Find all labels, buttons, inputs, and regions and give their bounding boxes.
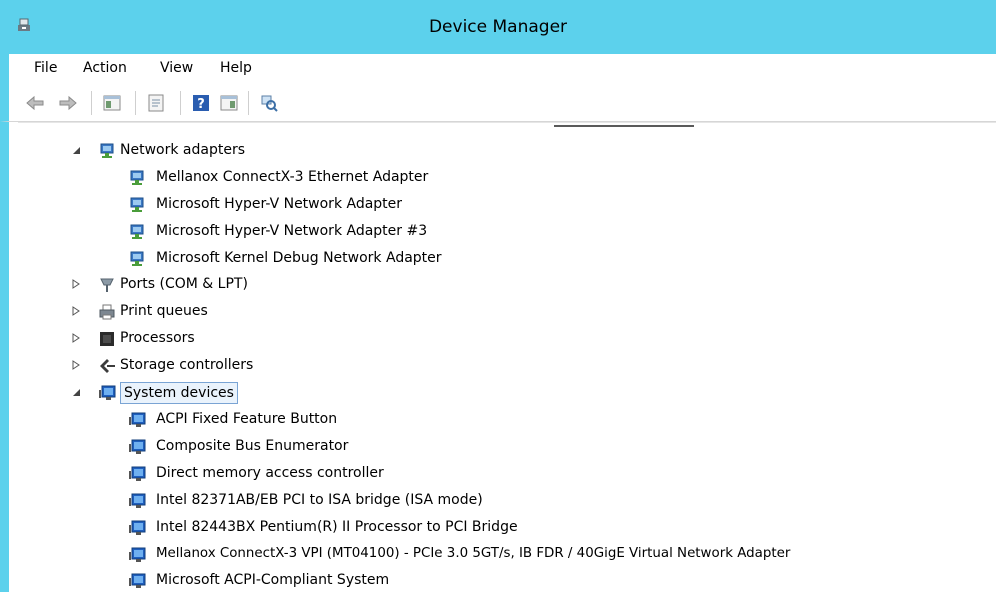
device-item[interactable]: Intel 82443BX Pentium(R) II Processor to… (128, 517, 988, 539)
expanded-triangle-icon[interactable] (70, 144, 82, 156)
device-label: Intel 82371AB/EB PCI to ISA bridge (ISA … (156, 492, 483, 508)
scan-hardware-icon[interactable] (259, 93, 279, 113)
menu-file[interactable]: File (34, 60, 57, 76)
network-adapter-icon (128, 250, 146, 268)
collapsed-triangle-icon[interactable] (70, 278, 82, 290)
menu-help[interactable]: Help (220, 60, 252, 76)
device-label: Microsoft ACPI-Compliant System (156, 572, 390, 588)
collapsed-triangle-icon[interactable] (70, 359, 82, 371)
back-arrow-icon[interactable] (25, 93, 45, 113)
tree-node-ports[interactable]: Ports (COM & LPT) (70, 274, 670, 296)
collapsed-triangle-icon[interactable] (70, 305, 82, 317)
forward-arrow-icon[interactable] (58, 93, 78, 113)
expanded-triangle-icon[interactable] (70, 386, 82, 398)
device-label: Intel 82443BX Pentium(R) II Processor to… (156, 519, 518, 535)
tree-node-network-adapters[interactable]: Network adapters (70, 140, 670, 162)
processor-icon (98, 330, 116, 348)
toolbar: ? (0, 84, 996, 122)
tree-node-label: Print queues (120, 303, 208, 319)
network-adapter-icon (128, 196, 146, 214)
system-device-icon (128, 519, 146, 537)
toolbar-separator (135, 91, 136, 115)
menu-action[interactable]: Action (83, 60, 127, 76)
system-device-icon (98, 384, 116, 402)
device-item[interactable]: Microsoft ACPI-Compliant System (128, 570, 988, 592)
network-adapter-icon (98, 142, 116, 160)
device-item[interactable]: Microsoft Hyper-V Network Adapter #3 (128, 221, 828, 243)
system-device-icon (128, 492, 146, 510)
device-label: Microsoft Hyper-V Network Adapter #3 (156, 223, 428, 239)
system-device-icon (128, 411, 146, 429)
tree-node-print-queues[interactable]: Print queues (70, 301, 670, 323)
properties-icon[interactable] (146, 93, 166, 113)
device-label: Mellanox ConnectX-3 VPI (MT04100) - PCIe… (156, 546, 791, 561)
device-item[interactable]: Microsoft Hyper-V Network Adapter (128, 194, 828, 216)
device-item[interactable]: Microsoft Kernel Debug Network Adapter (128, 248, 828, 270)
content-divider-stub (554, 125, 694, 127)
toolbar-separator (248, 91, 249, 115)
device-label: Direct memory access controller (156, 465, 384, 481)
device-label: ACPI Fixed Feature Button (156, 411, 338, 427)
tree-node-label: Processors (120, 330, 195, 346)
network-adapter-icon (128, 223, 146, 241)
system-device-icon (128, 465, 146, 483)
tree-node-processors[interactable]: Processors (70, 328, 670, 350)
tree-node-label: System devices (120, 382, 238, 404)
network-adapter-icon (128, 169, 146, 187)
tree-node-label: Network adapters (120, 142, 245, 158)
port-icon (98, 276, 116, 294)
title-bar[interactable]: Device Manager (0, 0, 996, 54)
tree-node-label: Ports (COM & LPT) (120, 276, 248, 292)
help-icon[interactable]: ? (191, 93, 211, 113)
tree-node-storage-controllers[interactable]: Storage controllers (70, 355, 670, 377)
device-item[interactable]: Direct memory access controller (128, 463, 988, 485)
toolbar-separator (180, 91, 181, 115)
device-label: Microsoft Kernel Debug Network Adapter (156, 250, 442, 266)
device-label: Composite Bus Enumerator (156, 438, 349, 454)
tree-node-system-devices[interactable]: System devices (70, 382, 670, 404)
device-item[interactable]: Composite Bus Enumerator (128, 436, 988, 458)
collapsed-triangle-icon[interactable] (70, 332, 82, 344)
storage-controller-icon (98, 357, 116, 375)
device-tree[interactable]: Network adapters Mellanox ConnectX-3 Eth… (0, 122, 996, 592)
device-item[interactable]: Mellanox ConnectX-3 VPI (MT04100) - PCIe… (128, 544, 988, 566)
device-label: Mellanox ConnectX-3 Ethernet Adapter (156, 169, 429, 185)
device-label: Microsoft Hyper-V Network Adapter (156, 196, 403, 212)
window-title: Device Manager (428, 17, 568, 37)
tree-node-label: Storage controllers (120, 357, 254, 373)
svg-text:?: ? (197, 97, 205, 112)
device-item[interactable]: ACPI Fixed Feature Button (128, 409, 988, 431)
action-pane-icon[interactable] (219, 93, 239, 113)
system-device-icon (128, 438, 146, 456)
content-divider (18, 122, 996, 123)
printer-icon (98, 303, 116, 321)
show-hide-console-tree-icon[interactable] (102, 93, 122, 113)
device-item[interactable]: Intel 82371AB/EB PCI to ISA bridge (ISA … (128, 490, 988, 512)
menu-view[interactable]: View (160, 60, 193, 76)
menu-bar: File Action View Help (0, 54, 996, 84)
device-item[interactable]: Mellanox ConnectX-3 Ethernet Adapter (128, 167, 828, 189)
system-device-icon (128, 546, 146, 564)
toolbar-separator (91, 91, 92, 115)
system-device-icon (128, 572, 146, 590)
